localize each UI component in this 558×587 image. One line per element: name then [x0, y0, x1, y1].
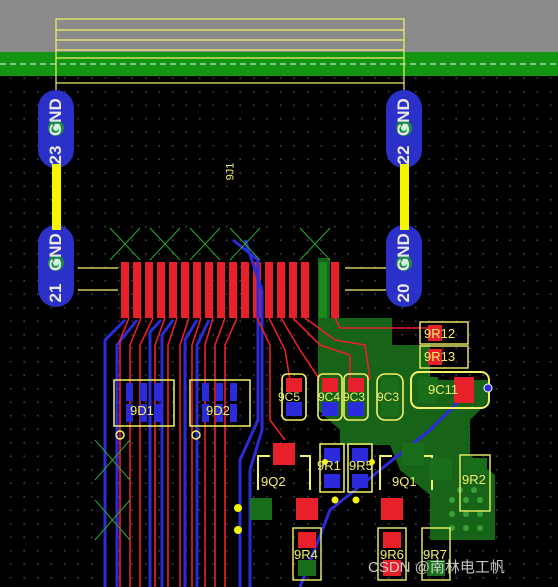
designator-9Q2[interactable]: 9Q2: [261, 475, 286, 488]
designator-9R2[interactable]: 9R2: [462, 473, 486, 486]
pin-23-net-label: GND: [46, 98, 65, 136]
designator-9C4[interactable]: 9C4: [318, 391, 340, 404]
connector-signal-pads: [121, 262, 339, 318]
pin-22-net-label: GND: [394, 98, 413, 136]
designator-9Q1[interactable]: 9Q1: [392, 475, 417, 488]
csdn-watermark: CSDN @南林电工帆: [368, 559, 505, 576]
designator-9R5[interactable]: 9R5: [349, 459, 373, 472]
designator-9R13[interactable]: 9R13: [424, 350, 455, 363]
designator-9C3[interactable]: 9C3: [377, 391, 399, 404]
designator-9R4[interactable]: 9R4: [294, 548, 318, 561]
designator-9D1[interactable]: 9D1: [130, 404, 154, 417]
designator-9C5[interactable]: 9C5: [278, 391, 300, 404]
pcb-layout-drawing: [0, 0, 558, 587]
designator-9D2[interactable]: 9D2: [206, 404, 230, 417]
pin-22-number-label: 22: [394, 145, 413, 165]
pin-21-net-label: GND: [46, 233, 65, 271]
designator-9C3-small[interactable]: 9C3: [343, 391, 365, 404]
pin-23-number-label: 23: [46, 145, 65, 165]
designator-9C11[interactable]: 9C11: [428, 383, 458, 396]
pin-20-net-label: GND: [394, 233, 413, 271]
keepout-region: [0, 0, 558, 52]
pin-21-number-label: 21: [46, 283, 65, 303]
pin-20-number-label: 20: [394, 283, 413, 303]
designator-9R12[interactable]: 9R12: [424, 327, 455, 340]
connector-designator[interactable]: 9J1: [224, 163, 237, 181]
designator-9R1[interactable]: 9R1: [317, 459, 341, 472]
gnd-link-left: [52, 164, 61, 230]
gnd-link-right: [400, 164, 409, 230]
